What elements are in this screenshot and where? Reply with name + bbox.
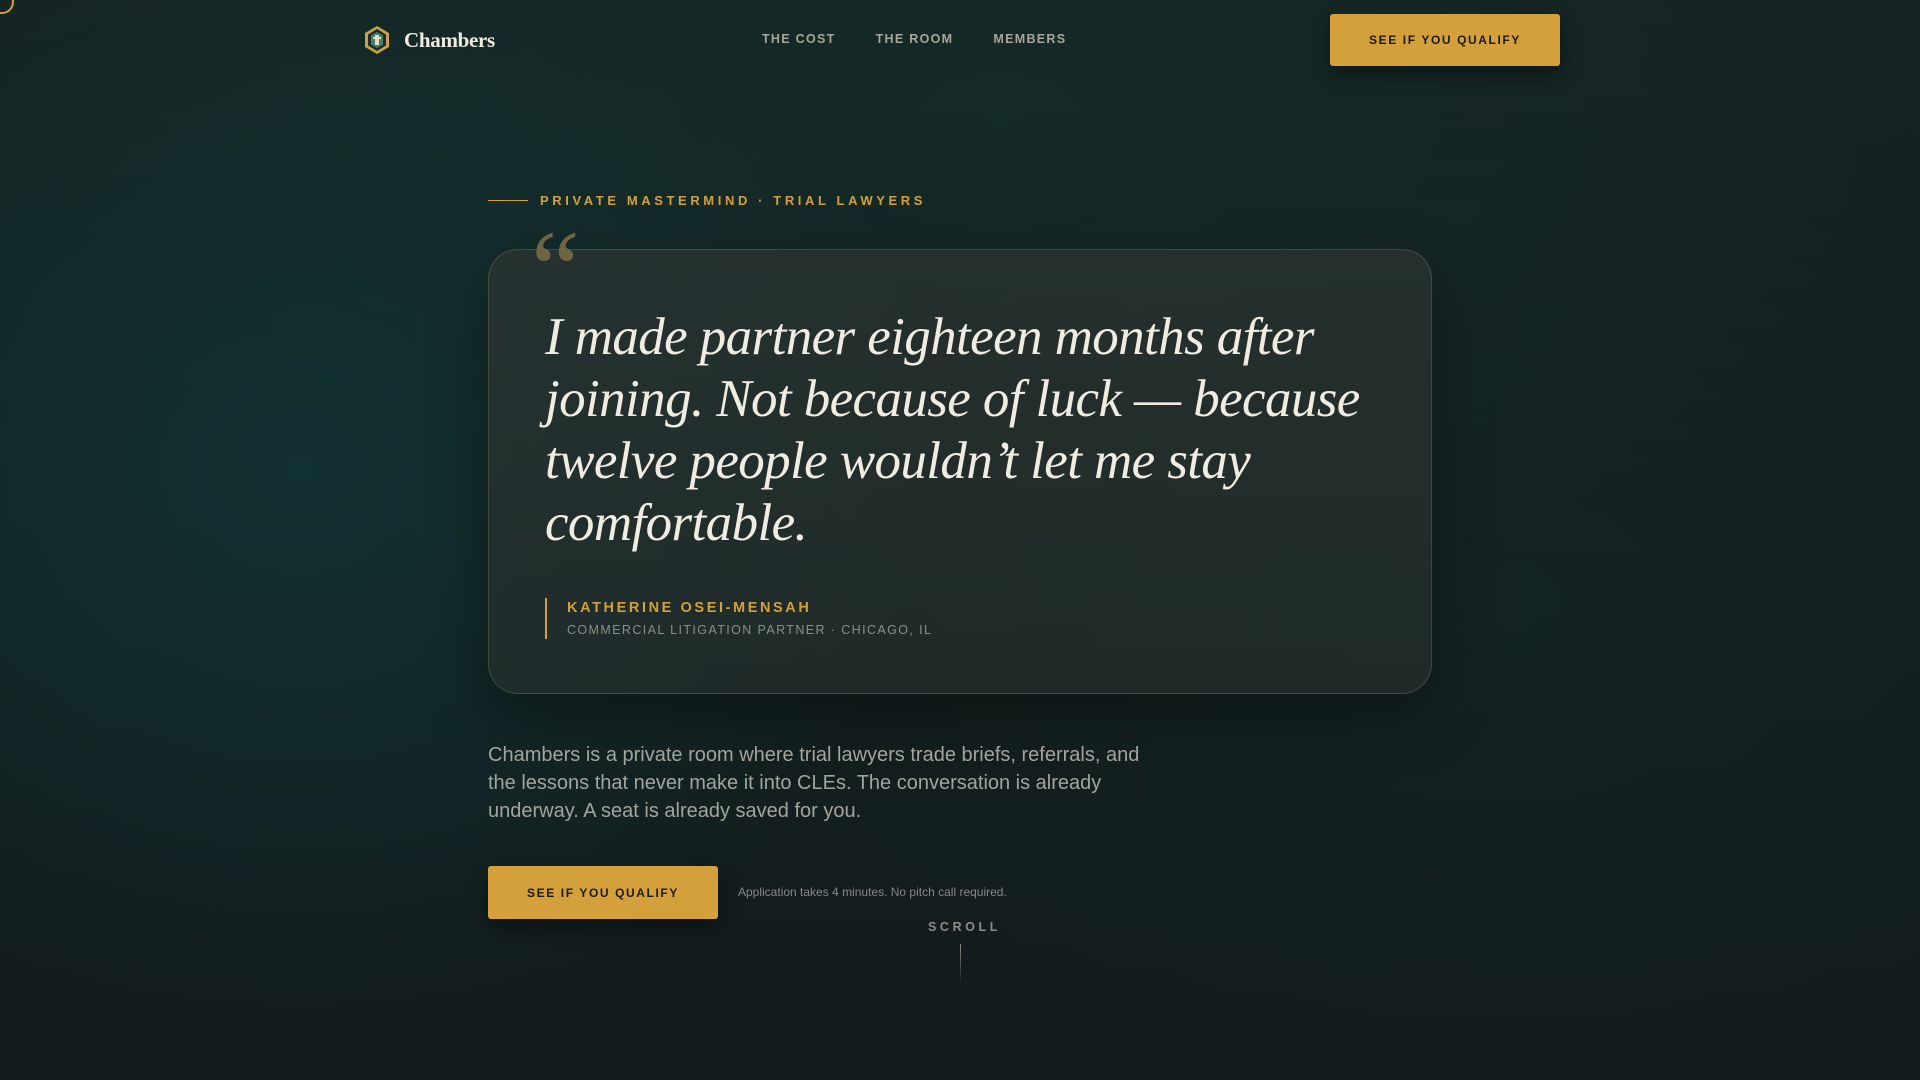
scroll-indicator[interactable]: SCROLL [925, 920, 1001, 984]
hero-description: Chambers is a private room where trial l… [488, 744, 1140, 822]
hero-qualify-button[interactable]: SEE IF YOU QUALIFY [488, 866, 718, 919]
shield-crest-icon [365, 26, 389, 54]
nav-links: THE COST THE ROOM MEMBERS [762, 32, 1066, 46]
top-nav: Chambers THE COST THE ROOM MEMBERS SEE I… [0, 0, 1920, 80]
brand-logo-link[interactable]: Chambers [364, 25, 495, 55]
eyebrow-rule [488, 200, 528, 201]
eyebrow-text: PRIVATE MASTERMIND · TRIAL LAWYERS [540, 193, 927, 208]
cta-note: Application takes 4 minutes. No pitch ca… [738, 885, 1007, 899]
nav-link-the-room[interactable]: THE ROOM [876, 32, 954, 46]
nav-qualify-button[interactable]: SEE IF YOU QUALIFY [1330, 14, 1560, 66]
testimonial-card: “ I made partner eighteen months after j… [488, 214, 1432, 694]
testimonial-attribution: KATHERINE OSEI-MENSAH COMMERCIAL LITIGAT… [545, 598, 932, 639]
eyebrow: PRIVATE MASTERMIND · TRIAL LAWYERS [488, 193, 926, 208]
testimonial-author-role: COMMERCIAL LITIGATION PARTNER · CHICAGO,… [567, 623, 933, 637]
testimonial-quote: I made partner eighteen months after joi… [545, 308, 1360, 552]
nav-link-the-cost[interactable]: THE COST [762, 32, 836, 46]
brand-name: Chambers [404, 27, 495, 52]
scroll-label: SCROLL [928, 920, 1001, 934]
scroll-line [959, 944, 961, 984]
testimonial-author-name: KATHERINE OSEI-MENSAH [567, 600, 812, 616]
nav-link-members[interactable]: MEMBERS [993, 32, 1066, 46]
